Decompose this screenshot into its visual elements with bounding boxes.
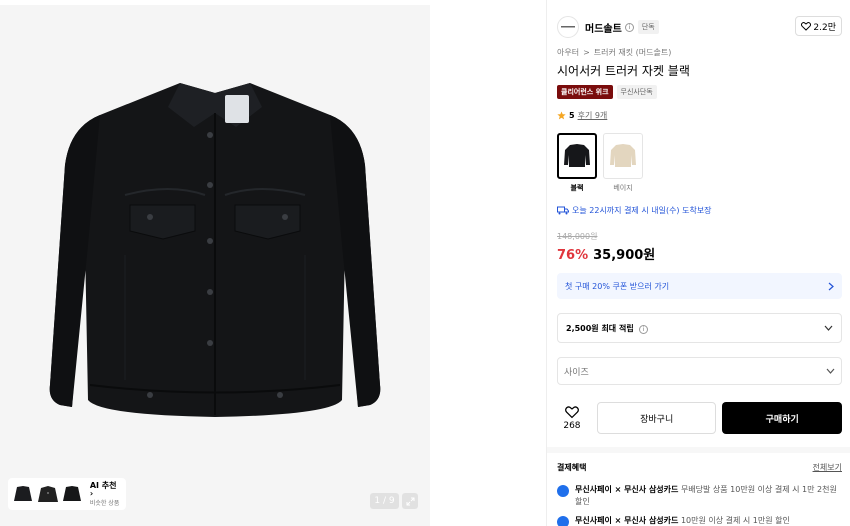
review-count-link[interactable]: 후기 9개 bbox=[578, 110, 608, 121]
beige-jacket-thumb-icon bbox=[610, 144, 636, 167]
expand-button[interactable] bbox=[402, 493, 418, 509]
chevron-right-icon bbox=[828, 282, 834, 290]
truck-icon bbox=[557, 206, 569, 215]
points-dropdown[interactable]: 2,500원 최대 적립 i bbox=[557, 313, 842, 343]
points-text: 2,500원 최대 적립 bbox=[566, 323, 634, 333]
delivery-guarantee: 오늘 22시까지 결제 시 내일(수) 도착보장 bbox=[557, 205, 712, 216]
color-swatch-image bbox=[557, 133, 597, 179]
brand-name[interactable]: 머드솔트 bbox=[585, 20, 622, 35]
gallery-top-strip bbox=[0, 0, 430, 5]
brand-like-button[interactable]: 2.2만 bbox=[795, 16, 842, 36]
recommendation-thumb[interactable] bbox=[12, 483, 34, 505]
benefit-card-name: 무신사페이 × 무신사 삼성카드 bbox=[575, 485, 679, 494]
recommendation-thumb[interactable] bbox=[61, 483, 83, 505]
payment-benefits-title: 결제혜택 bbox=[557, 463, 587, 472]
product-like-button[interactable]: 268 bbox=[557, 405, 587, 431]
size-select-placeholder: 사이즈 bbox=[564, 367, 589, 378]
view-all-link[interactable]: 전체보기 bbox=[813, 462, 842, 473]
sale-price: 35,900원 bbox=[593, 248, 656, 263]
heart-icon bbox=[801, 21, 812, 31]
payment-benefit-item[interactable]: 무신사페이 × 무신사 삼성카드 10만원 이상 결제 시 1만원 할인 bbox=[557, 515, 842, 526]
product-badges: 클리어런스 위크 무신사단독 bbox=[557, 85, 657, 99]
image-pager: 1 / 9 bbox=[370, 493, 399, 509]
payment-benefit-item[interactable]: 무신사페이 × 무신사 삼성카드 무배당발 상품 10만원 이상 결제 시 1만… bbox=[557, 484, 842, 508]
brand-like-count: 2.2만 bbox=[813, 22, 836, 33]
expand-icon bbox=[406, 497, 414, 505]
jacket-thumb-icon bbox=[14, 486, 32, 501]
buy-now-button[interactable]: 구매하기 bbox=[722, 402, 842, 434]
ai-recommend-title: AI 추천 bbox=[89, 480, 117, 490]
card-logo-icon bbox=[557, 485, 569, 497]
breadcrumb-separator: > bbox=[583, 48, 590, 57]
chevron-down-icon bbox=[824, 325, 833, 331]
breadcrumb: 아우터 > 트러커 재킷 (머드솔트) bbox=[557, 47, 671, 58]
product-info-panel: 머드솔트 i 단독 2.2만 아우터 > 트러커 재킷 (머드솔트) 시어서커 … bbox=[547, 0, 850, 526]
delivery-text: 오늘 22시까지 결제 시 내일(수) 도착보장 bbox=[572, 206, 712, 215]
color-option-label: 베이지 bbox=[613, 184, 633, 192]
product-title: 시어서커 트러커 자켓 블랙 bbox=[557, 64, 690, 78]
benefit-card-name: 무신사페이 × 무신사 삼성카드 bbox=[575, 516, 679, 525]
purchase-actions: 268 장바구니 구매하기 bbox=[557, 401, 842, 435]
discount-rate: 76% bbox=[557, 248, 589, 263]
brand-logo[interactable] bbox=[557, 16, 579, 38]
section-divider bbox=[547, 447, 850, 453]
recommendation-thumb[interactable] bbox=[37, 483, 59, 505]
clearance-badge: 클리어런스 위크 bbox=[557, 85, 613, 99]
rating-score: 5 bbox=[569, 111, 575, 120]
ai-recommendation-strip[interactable]: AI 추천 › 비슷한 상품 bbox=[8, 478, 126, 510]
color-options: 블랙 베이지 bbox=[557, 133, 643, 193]
color-option-beige[interactable]: 베이지 bbox=[603, 133, 643, 193]
ai-recommend-label[interactable]: AI 추천 › 비슷한 상품 bbox=[89, 480, 122, 507]
original-price: 148,000원 bbox=[557, 232, 598, 241]
color-option-label: 블랙 bbox=[570, 184, 584, 192]
coupon-text: 첫 구매 20% 쿠폰 받으러 가기 bbox=[565, 281, 670, 291]
info-icon[interactable]: i bbox=[639, 324, 649, 334]
breadcrumb-item-outer[interactable]: 아우터 bbox=[557, 47, 579, 58]
breadcrumb-item-trucker[interactable]: 트러커 재킷 (머드솔트) bbox=[594, 47, 672, 58]
jacket-thumb-icon bbox=[37, 486, 58, 502]
add-to-cart-button[interactable]: 장바구니 bbox=[596, 402, 717, 434]
brand-exclusive-tag: 단독 bbox=[637, 20, 659, 34]
color-swatch-image bbox=[603, 133, 643, 179]
product-like-count: 268 bbox=[563, 420, 581, 431]
heart-icon bbox=[564, 405, 579, 418]
product-main-image[interactable] bbox=[30, 55, 400, 475]
first-purchase-coupon-banner[interactable]: 첫 구매 20% 쿠폰 받으러 가기 bbox=[557, 273, 842, 299]
exclusive-badge: 무신사단독 bbox=[616, 85, 657, 99]
size-select[interactable]: 사이즈 bbox=[557, 357, 842, 385]
jacket-illustration bbox=[49, 83, 381, 417]
info-icon[interactable]: i bbox=[624, 22, 634, 32]
color-option-black[interactable]: 블랙 bbox=[557, 133, 597, 193]
star-icon bbox=[557, 111, 566, 120]
brand-logo-icon bbox=[561, 26, 575, 28]
benefit-description: 10만원 이상 결제 시 1만원 할인 bbox=[680, 516, 790, 525]
rating-row[interactable]: 5 후기 9개 bbox=[557, 110, 607, 121]
price-row: 76% 35,900원 bbox=[557, 244, 655, 263]
card-logo-icon bbox=[557, 516, 569, 526]
product-image-gallery[interactable]: AI 추천 › 비슷한 상품 1 / 9 bbox=[0, 0, 430, 526]
ai-recommend-subtitle: 비슷한 상품 bbox=[89, 499, 120, 507]
chevron-right-icon: › bbox=[89, 488, 94, 498]
black-jacket-thumb-icon bbox=[564, 144, 590, 167]
brand-row: 머드솔트 i 단독 2.2만 bbox=[557, 16, 842, 38]
payment-benefits-header: 결제혜택 전체보기 bbox=[557, 462, 842, 473]
jacket-thumb-icon bbox=[63, 486, 82, 501]
chevron-down-icon bbox=[826, 368, 835, 374]
